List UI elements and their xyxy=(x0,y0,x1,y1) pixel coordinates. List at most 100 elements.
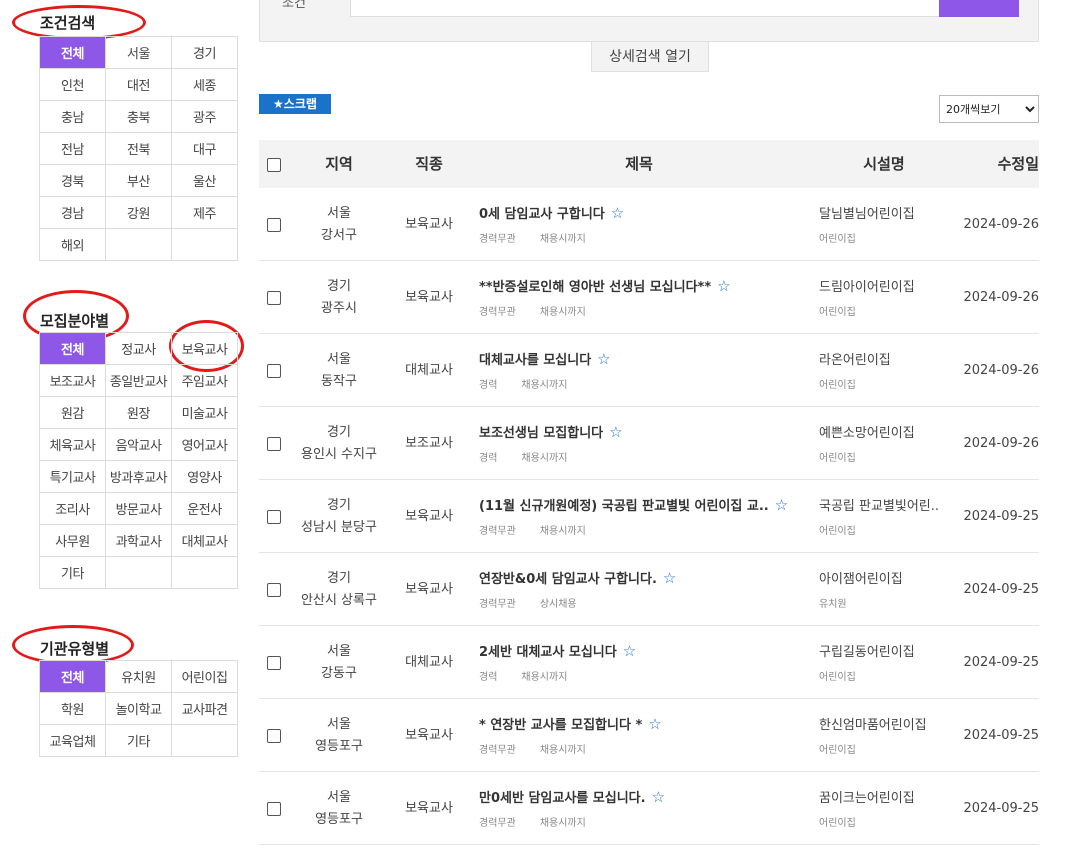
select-all-checkbox[interactable] xyxy=(267,158,281,172)
filter-option[interactable]: 기타 xyxy=(39,556,106,589)
filter-option[interactable]: 충남 xyxy=(39,100,106,133)
table-row[interactable]: 서울 영등포구 보육교사 만0세반 담임교사를 모십니다. ☆ 경력무관 채용시까지 꿈이크는… xyxy=(259,772,1039,845)
star-icon[interactable]: ☆ xyxy=(717,277,730,295)
filter-option[interactable]: 방문교사 xyxy=(105,492,172,525)
table-row[interactable]: 경기 용인시 수지구 보조교사 보조선생님 모집합니다 ☆ 경력 채용시까지 예쁜소망어린이집… xyxy=(259,407,1039,480)
filter-option[interactable]: 해외 xyxy=(39,228,106,261)
scrap-button[interactable]: ★스크랩 xyxy=(259,94,331,114)
row-checkbox[interactable] xyxy=(267,802,281,816)
filter-option[interactable]: 제주 xyxy=(171,196,238,229)
filter-option[interactable]: 부산 xyxy=(105,164,172,197)
filter-option[interactable]: 방과후교사 xyxy=(105,460,172,493)
job-title-link[interactable]: 대체교사를 모십니다 xyxy=(479,353,591,368)
filter-option[interactable]: 원감 xyxy=(39,396,106,429)
facility-name[interactable]: 라온어린이집 xyxy=(819,349,891,368)
facility-name[interactable]: 꿈이크는어린이집 xyxy=(819,787,915,806)
filter-option[interactable]: 영양사 xyxy=(171,460,238,493)
table-row[interactable]: 서울 영등포구 보육교사 * 연장반 교사를 모집합니다 * ☆ 경력무관 채용시까지 한신엄… xyxy=(259,699,1039,772)
table-row[interactable]: 서울 동작구 대체교사 대체교사를 모십니다 ☆ 경력 채용시까지 라온어린이집 어린이집 202… xyxy=(259,334,1039,407)
filter-option[interactable]: 세종 xyxy=(171,68,238,101)
row-checkbox[interactable] xyxy=(267,218,281,232)
filter-option[interactable]: 미술교사 xyxy=(171,396,238,429)
job-title-link[interactable]: 0세 담임교사 구합니다 xyxy=(479,207,605,222)
row-checkbox[interactable] xyxy=(267,583,281,597)
star-icon[interactable]: ☆ xyxy=(597,350,610,368)
facility-name[interactable]: 달님별님어린이집 xyxy=(819,203,915,222)
job-title-link[interactable]: * 연장반 교사를 모집합니다 * xyxy=(479,718,642,733)
detail-search-button[interactable]: 상세검색 열기 xyxy=(591,42,709,72)
star-icon[interactable]: ☆ xyxy=(609,423,622,441)
facility-name[interactable]: 드림아이어린이집 xyxy=(819,276,915,295)
job-title-link[interactable]: (11월 신규개원예정) 국공립 판교별빛 어린이집 교.. xyxy=(479,499,769,514)
filter-option[interactable]: 인천 xyxy=(39,68,106,101)
row-checkbox[interactable] xyxy=(267,729,281,743)
table-row[interactable]: 서울 강동구 대체교사 2세반 대체교사 모십니다 ☆ 경력 채용시까지 구립길동어린이집 어린… xyxy=(259,626,1039,699)
filter-option[interactable]: 교육업체 xyxy=(39,724,106,757)
row-checkbox[interactable] xyxy=(267,656,281,670)
job-title-link[interactable]: 연장반&0세 담임교사 구합니다. xyxy=(479,572,657,587)
filter-option[interactable]: 어린이집 xyxy=(171,660,238,693)
filter-option[interactable]: 과학교사 xyxy=(105,524,172,557)
filter-option[interactable]: 강원 xyxy=(105,196,172,229)
filter-option[interactable]: 운전사 xyxy=(171,492,238,525)
table-row[interactable]: 경기 안산시 상록구 보육교사 연장반&0세 담임교사 구합니다. ☆ 경력무관 상시채용 아… xyxy=(259,553,1039,626)
job-title-link[interactable]: 만0세반 담임교사를 모십니다. xyxy=(479,791,646,806)
star-icon[interactable]: ☆ xyxy=(623,642,636,660)
filter-option[interactable]: 정교사 xyxy=(105,332,172,365)
filter-option[interactable]: 전남 xyxy=(39,132,106,165)
filter-option[interactable]: 영어교사 xyxy=(171,428,238,461)
filter-option[interactable]: 교사파견 xyxy=(171,692,238,725)
filter-option[interactable]: 광주 xyxy=(171,100,238,133)
filter-option[interactable]: 유치원 xyxy=(105,660,172,693)
filter-option[interactable]: 보조교사 xyxy=(39,364,106,397)
filter-option[interactable]: 전북 xyxy=(105,132,172,165)
filter-option[interactable]: 경북 xyxy=(39,164,106,197)
filter-option[interactable]: 충북 xyxy=(105,100,172,133)
row-checkbox[interactable] xyxy=(267,437,281,451)
filter-option[interactable]: 경남 xyxy=(39,196,106,229)
filter-option[interactable]: 조리사 xyxy=(39,492,106,525)
star-icon[interactable]: ☆ xyxy=(648,715,661,733)
job-title-link[interactable]: 보조선생님 모집합니다 xyxy=(479,426,603,441)
filter-option[interactable]: 놀이학교 xyxy=(105,692,172,725)
filter-option[interactable]: 경기 xyxy=(171,36,238,69)
facility-name[interactable]: 한신엄마품어린이집 xyxy=(819,714,927,733)
search-input[interactable] xyxy=(350,0,940,17)
view-count-select[interactable]: 20개씩보기 xyxy=(939,95,1039,123)
filter-option[interactable]: 전체 xyxy=(39,36,106,69)
filter-option[interactable]: 원장 xyxy=(105,396,172,429)
row-checkbox[interactable] xyxy=(267,510,281,524)
filter-option[interactable]: 주임교사 xyxy=(171,364,238,397)
star-icon[interactable]: ☆ xyxy=(663,569,676,587)
filter-option[interactable]: 전체 xyxy=(39,332,106,365)
table-row[interactable]: 경기 광주시 보육교사 **반증설로인해 영아반 선생님 모십니다** ☆ 경력무관 채용시… xyxy=(259,261,1039,334)
job-title-link[interactable]: 2세반 대체교사 모십니다 xyxy=(479,645,617,660)
row-checkbox[interactable] xyxy=(267,291,281,305)
filter-option[interactable]: 울산 xyxy=(171,164,238,197)
filter-option[interactable]: 보육교사 xyxy=(171,332,238,365)
table-row[interactable]: 서울 강서구 보육교사 0세 담임교사 구합니다 ☆ 경력무관 채용시까지 달님별님어린이집 어… xyxy=(259,188,1039,261)
filter-option[interactable]: 체육교사 xyxy=(39,428,106,461)
star-icon[interactable]: ☆ xyxy=(652,788,665,806)
filter-option[interactable]: 서울 xyxy=(105,36,172,69)
filter-option[interactable]: 종일반교사 xyxy=(105,364,172,397)
filter-option[interactable]: 대구 xyxy=(171,132,238,165)
filter-option[interactable]: 대전 xyxy=(105,68,172,101)
filter-option[interactable]: 기타 xyxy=(105,724,172,757)
filter-option[interactable]: 학원 xyxy=(39,692,106,725)
facility-name[interactable]: 아이잼어린이집 xyxy=(819,568,903,587)
table-row[interactable]: 경기 성남시 분당구 보육교사 (11월 신규개원예정) 국공립 판교별빛 어린이집 … xyxy=(259,480,1039,553)
job-title-link[interactable]: **반증설로인해 영아반 선생님 모십니다** xyxy=(479,280,711,295)
filter-option[interactable]: 특기교사 xyxy=(39,460,106,493)
filter-option[interactable]: 음악교사 xyxy=(105,428,172,461)
filter-option[interactable]: 사무원 xyxy=(39,524,106,557)
facility-name[interactable]: 예쁜소망어린이집 xyxy=(819,422,915,441)
facility-name[interactable]: 국공립 판교별빛어린.. xyxy=(819,495,939,514)
filter-option[interactable]: 대체교사 xyxy=(171,524,238,557)
facility-name[interactable]: 구립길동어린이집 xyxy=(819,641,915,660)
filter-option[interactable]: 전체 xyxy=(39,660,106,693)
row-checkbox[interactable] xyxy=(267,364,281,378)
star-icon[interactable]: ☆ xyxy=(611,204,624,222)
search-button[interactable] xyxy=(939,0,1019,17)
star-icon[interactable]: ☆ xyxy=(775,496,788,514)
